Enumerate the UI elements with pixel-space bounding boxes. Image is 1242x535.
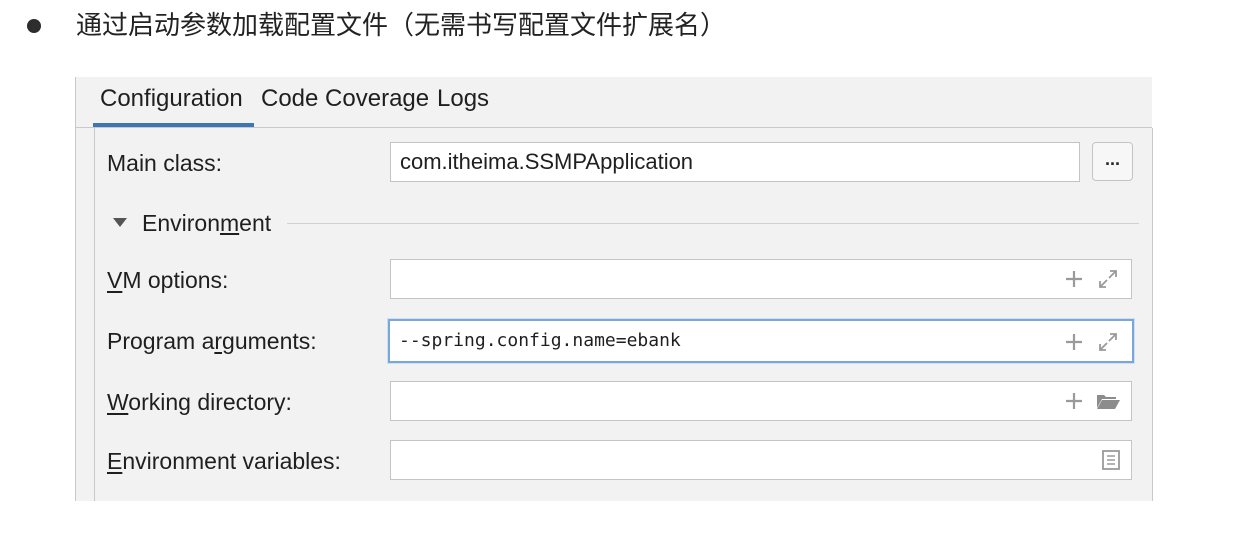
- vm-options-label: VM options:: [107, 267, 229, 293]
- section-divider: [287, 223, 1139, 224]
- main-class-label: Main class:: [107, 150, 223, 176]
- vm-options-field[interactable]: [390, 259, 1132, 299]
- environment-section-header[interactable]: Environment: [109, 208, 1139, 238]
- folder-icon[interactable]: [1095, 390, 1121, 412]
- expand-icon[interactable]: [1097, 268, 1119, 290]
- configuration-content: Main class: com.itheima.SSMPApplication …: [94, 128, 1153, 501]
- heading-line: 通过启动参数加载配置文件（无需书写配置文件扩展名）: [0, 0, 1242, 52]
- plus-icon[interactable]: [1063, 268, 1085, 290]
- document-icon[interactable]: [1100, 449, 1122, 471]
- plus-icon[interactable]: [1063, 390, 1085, 412]
- environment-variables-field[interactable]: [390, 440, 1132, 480]
- plus-icon[interactable]: [1063, 331, 1085, 353]
- bullet-icon: [27, 19, 41, 33]
- heading-text: 通过启动参数加载配置文件（无需书写配置文件扩展名）: [76, 11, 727, 41]
- environment-label: Environment: [142, 210, 272, 236]
- triangle-down-icon[interactable]: [113, 218, 127, 227]
- working-directory-field[interactable]: [390, 381, 1132, 421]
- tab-logs[interactable]: Logs: [437, 77, 489, 127]
- active-tab-indicator: [93, 123, 254, 127]
- expand-icon[interactable]: [1097, 331, 1119, 353]
- browse-main-class-button[interactable]: ...: [1092, 142, 1133, 181]
- run-configuration-panel: Configuration Code Coverage Logs Main cl…: [75, 77, 1153, 501]
- tab-code-coverage[interactable]: Code Coverage: [261, 77, 429, 127]
- program-arguments-value: --spring.config.name=ebank: [399, 330, 681, 351]
- tab-configuration[interactable]: Configuration: [100, 77, 243, 127]
- main-class-value: com.itheima.SSMPApplication: [400, 149, 694, 174]
- program-arguments-field[interactable]: --spring.config.name=ebank: [388, 319, 1134, 363]
- main-class-field[interactable]: com.itheima.SSMPApplication: [390, 142, 1080, 182]
- environment-variables-label: Environment variables:: [107, 448, 341, 474]
- working-directory-label: Working directory:: [107, 389, 292, 415]
- program-arguments-label: Program arguments:: [107, 328, 317, 354]
- tab-bar: Configuration Code Coverage Logs: [76, 77, 1152, 128]
